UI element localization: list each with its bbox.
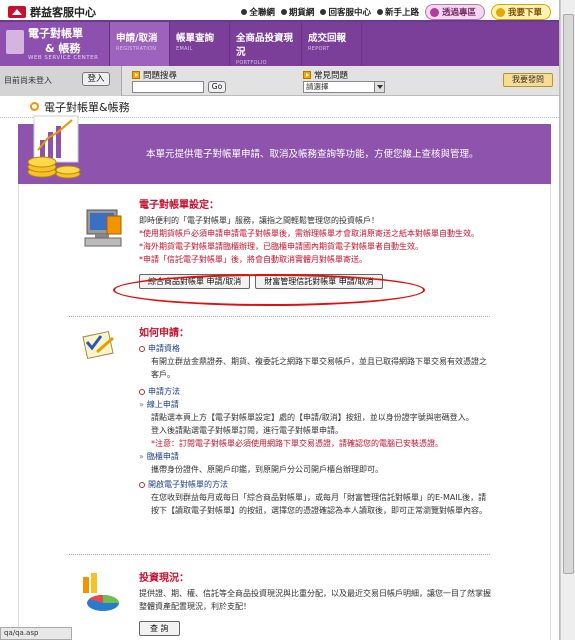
bullet-icon <box>139 345 145 352</box>
main-nav: 電子對帳單 & 帳務 WEB SERVICE CENTER 申請/取消 REGI… <box>0 22 559 66</box>
online-line-2: 登入後請點選電子對帳單訂閱，進行電子對帳單申請。 <box>151 426 343 435</box>
search-input[interactable] <box>132 81 204 93</box>
section-divider <box>69 316 490 317</box>
chevron-down-icon <box>374 82 384 92</box>
portfolio-line-2: 整體資產配置現況，利於支配！ <box>139 602 251 611</box>
counter-line: 攜帶身份證件、原開戶印鑑，到原開戶分公司開戶櫃台辦理即可。 <box>151 465 383 474</box>
faq-select-area: 常見問題 請選擇 <box>303 69 385 93</box>
portfolio-heading: 投資現況： <box>139 573 189 584</box>
logo[interactable]: 群益客服中心 <box>8 4 96 20</box>
place-order-button[interactable]: 我要下單 <box>490 4 551 20</box>
arrow-icon: » <box>139 400 144 409</box>
portfolio-line-1: 提供證、期、權、信託等全商品投資現況與比重分配，以及最近交易日帳戶明細，讓您一目… <box>139 589 491 598</box>
qualification-line-1: 有開立群益金鼎證券、期貨、複委託之網路下單交易帳戶，並且已取得網路下單交易有效憑… <box>151 357 487 366</box>
online-apply-label: » 線上申請 <box>139 400 179 409</box>
intro-banner: 本單元提供電子對帳單申請、取消及帳務查詢等功能，方便您線上查核與管理。 <box>18 115 551 184</box>
scrollbar-thumb[interactable] <box>563 14 574 574</box>
special-zone-button[interactable]: 透過專區 <box>424 4 485 20</box>
arrow-icon: » <box>139 452 144 461</box>
order-icon <box>495 7 505 17</box>
top-link-2[interactable]: 期貨網 <box>280 6 314 18</box>
status-bar: qa/qa.asp <box>0 627 72 640</box>
tab-report[interactable]: 成交回報 REPORT <box>302 22 362 66</box>
top-links: 全聯網 期貨網 回客服中心 新手上路 透過專區 我要下單 <box>241 4 551 20</box>
question-search: 問題搜尋 Go <box>132 69 226 93</box>
bullet-icon <box>376 9 383 15</box>
open-method-heading: 開啟電子對帳單的方法 <box>139 478 530 491</box>
capital-logo-icon <box>8 6 26 18</box>
settings-note-1: *使用期貨帳戶必須申請申請電子對帳單後，需辦理帳單才會取消原寄送之紙本對帳單自動… <box>139 229 479 238</box>
settings-intro: 即時便利的「電子對帳單」服務，讓指之間輕鬆管理您的投資帳戶！ <box>139 216 379 225</box>
login-area: 目前尚未登入 登入 <box>0 66 122 96</box>
arrow-icon <box>132 71 140 79</box>
highlight-oval <box>113 274 425 306</box>
bullet-icon <box>280 9 287 15</box>
online-note: *注意：訂閱電子對帳單必須使用網路下單交易憑證，請確認您的電腦已安裝憑證。 <box>151 439 443 448</box>
banner-text: 本單元提供電子對帳單申請、取消及帳務查詢等功能，方便您線上查核與管理。 <box>146 149 479 160</box>
zone-icon <box>429 7 439 17</box>
top-link-3[interactable]: 回客服中心 <box>320 6 371 18</box>
method-heading: 申請方法 <box>139 385 530 398</box>
computer-icon <box>84 209 122 247</box>
bullet-icon <box>320 9 327 15</box>
brand-subtitle: & 帳務 <box>45 42 81 55</box>
top-link-4[interactable]: 新手上路 <box>376 6 419 18</box>
tab-portfolio[interactable]: 全商品投資現況 PORTFOLIO <box>230 22 302 66</box>
tab-email[interactable]: 帳單查詢 EMAIL <box>170 22 230 66</box>
qualification-line-2: 客戶。 <box>151 370 175 379</box>
settings-note-2: *海外期貨電子對帳單請臨櫃辦理，已臨櫃申請國內期貨電子對帳單者自動生效。 <box>139 242 423 251</box>
how-to-apply-heading: 如何申請： <box>139 328 189 339</box>
vertical-scrollbar[interactable] <box>560 0 575 640</box>
go-button[interactable]: Go <box>208 81 226 93</box>
arrow-icon <box>303 71 311 79</box>
bullet-icon <box>139 388 145 395</box>
coins-chart-illustration <box>27 115 81 179</box>
open-line-2: 按下【讀取電子對帳單】的按鈕，選擇您的憑證確認為本人讀取後，即可正常瀏覽對帳單內… <box>151 506 487 515</box>
document-icon <box>6 30 24 54</box>
search-bar: 目前尚未登入 登入 問題搜尋 Go 常見問題 請選擇 我要發問 <box>0 66 559 96</box>
top-bar: 群益客服中心 全聯網 期貨網 回客服中心 新手上路 透過專區 我要下單 <box>0 0 559 22</box>
login-status: 目前尚未登入 <box>4 76 52 85</box>
online-line-1: 請點選本頁上方【電子對帳單設定】處的【申請/取消】按鈕，並以身份證字號與密碼登入… <box>151 413 474 422</box>
section-brand[interactable]: 電子對帳單 & 帳務 WEB SERVICE CENTER <box>0 22 110 66</box>
settings-heading: 電子對帳單設定： <box>139 200 219 211</box>
qualification-heading: 申請資格 <box>139 342 530 355</box>
settings-note-3: *申請「信託電子對帳單」後，將會自動取消實體月對帳單寄送。 <box>139 255 367 264</box>
brand-tagline: WEB SERVICE CENTER <box>28 55 99 61</box>
query-button[interactable]: 查 詢 <box>139 621 180 636</box>
logo-text: 群益客服中心 <box>30 6 96 19</box>
browser-page: 群益客服中心 全聯網 期貨網 回客服中心 新手上路 透過專區 我要下單 電子對帳… <box>0 0 560 640</box>
brand-title: 電子對帳單 <box>28 27 83 40</box>
login-button[interactable]: 登入 <box>82 72 110 86</box>
faq-select[interactable]: 請選擇 <box>303 81 385 93</box>
bullet-icon <box>241 9 248 15</box>
open-line-1: 在您收到群益每月或每日「綜合商品對帳單」，或每月「財富管理信託對帳單」的E-MA… <box>151 493 487 502</box>
section-divider <box>69 554 490 555</box>
counter-apply-label: » 臨櫃申請 <box>139 452 179 461</box>
top-link-1[interactable]: 全聯網 <box>241 6 275 18</box>
tab-registration[interactable]: 申請/取消 REGISTRATION <box>110 22 170 66</box>
checklist-icon <box>82 330 114 360</box>
main-content: 電子對帳單設定： 即時便利的「電子對帳單」服務，讓指之間輕鬆管理您的投資帳戶！ … <box>18 184 551 640</box>
bullet-icon <box>139 481 145 488</box>
ask-question-button[interactable]: 我要發問 <box>503 73 553 87</box>
pie-chart-icon <box>83 573 119 611</box>
